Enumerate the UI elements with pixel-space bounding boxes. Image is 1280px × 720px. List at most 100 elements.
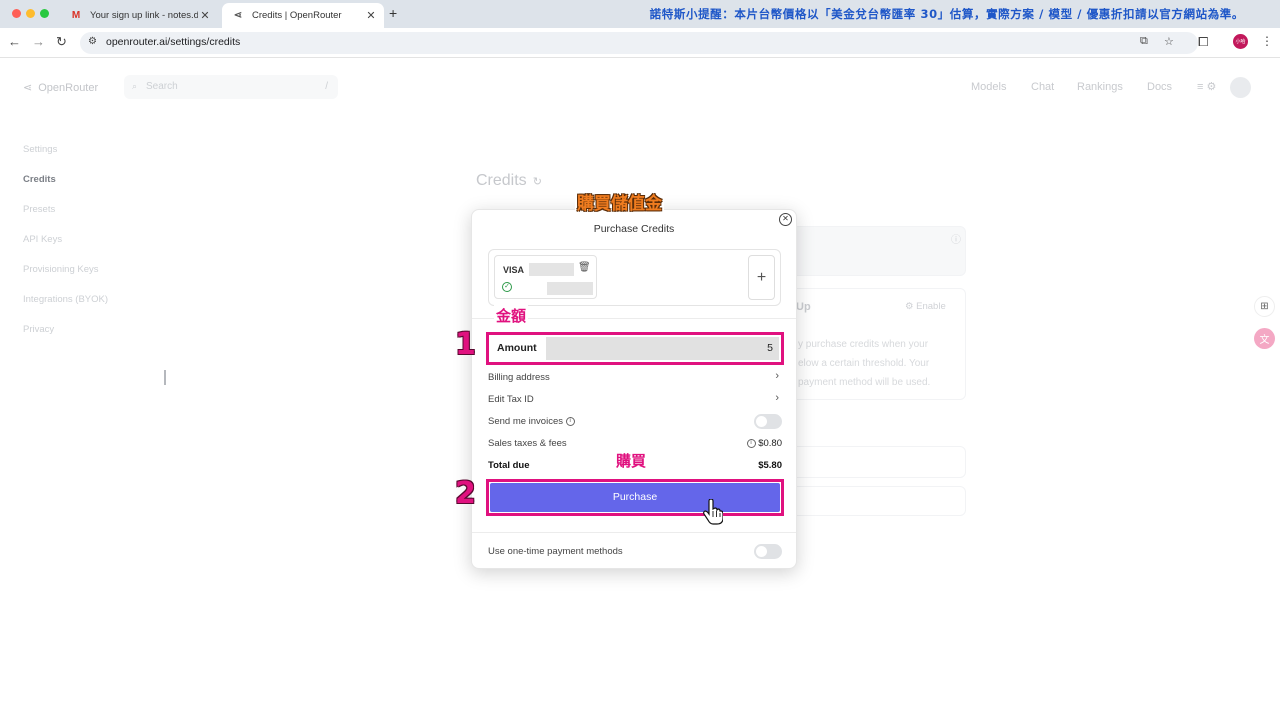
billing-address-label: Billing address [488, 372, 550, 383]
amount-input[interactable]: Amount 5 [491, 337, 779, 360]
tutorial-notice: 諾特斯小提醒：本片台幣價格以「美金兌台幣匯率 30」估算，實際方案 / 模型 /… [649, 7, 1244, 21]
sales-taxes-value: $0.80 [758, 438, 782, 449]
sidebar-item-presets[interactable]: Presets [23, 204, 55, 215]
openrouter-icon: ⋖ [233, 10, 243, 21]
reload-icon[interactable]: ↻ [56, 34, 67, 50]
balance-card: ⓘ [790, 226, 966, 276]
auto-topup-title: Up [796, 301, 811, 313]
install-app-icon[interactable]: ⧉ [1140, 35, 1148, 48]
modal-title: Purchase Credits [593, 223, 675, 235]
sidebar-item-integrations[interactable]: Integrations (BYOK) [23, 294, 108, 305]
back-icon[interactable]: ← [8, 34, 21, 49]
annotation-amount: 金額 [494, 305, 529, 326]
new-tab-button[interactable]: + [389, 5, 397, 21]
send-invoices-label: Send me invoices [488, 416, 563, 427]
trash-icon[interactable]: 🗑 [578, 262, 591, 273]
user-avatar[interactable] [1230, 77, 1251, 98]
screen: M Your sign up link - notes.dem ✕ ⋖ Cred… [0, 0, 1280, 720]
step-1-badge: 1 [455, 327, 476, 362]
close-tab-icon[interactable]: ✕ [364, 9, 378, 22]
info-icon: ⓘ [951, 235, 961, 246]
close-window-button[interactable] [12, 9, 21, 18]
enable-label: Enable [916, 301, 946, 312]
site-logo-text: OpenRouter [38, 81, 99, 94]
site-logo[interactable]: ⋖ OpenRouter [23, 81, 99, 95]
sidebar-item-provisioning-keys[interactable]: Provisioning Keys [23, 264, 99, 275]
site-search-input[interactable]: ⌕ Search / [124, 75, 338, 99]
sidebar-item-privacy[interactable]: Privacy [23, 324, 54, 335]
purchase-button[interactable]: Purchase [490, 483, 780, 512]
floating-translate-icon[interactable]: 文 [1254, 328, 1275, 349]
sidebar-item-credits[interactable]: Credits [23, 174, 56, 185]
total-due-label: Total due [488, 460, 530, 471]
browser-tabstrip: M Your sign up link - notes.dem ✕ ⋖ Cred… [0, 0, 1280, 28]
nav-rankings[interactable]: Rankings [1077, 81, 1123, 93]
send-invoices-toggle[interactable] [754, 414, 782, 429]
site-settings-icon[interactable]: ⚙ [88, 36, 97, 47]
menu-icon[interactable]: ⋮ [1261, 34, 1273, 48]
auto-topup-text-3: payment method will be used. [798, 377, 931, 388]
annotation-purchase: 購買 [614, 450, 649, 471]
redacted-card-expiry [547, 282, 593, 295]
minimize-window-button[interactable] [26, 9, 35, 18]
tab-title: Credits | OpenRouter [252, 10, 342, 21]
browser-toolbar: ← → ↻ ⚙ openrouter.ai/settings/credits ⧉… [0, 28, 1280, 58]
info-icon[interactable]: i [746, 438, 756, 448]
sales-taxes-label: Sales taxes & fees [488, 438, 567, 449]
one-time-payment-label: Use one-time payment methods [488, 546, 623, 557]
info-icon[interactable]: i [565, 416, 575, 426]
enable-button[interactable]: ⚙ Enable [905, 301, 946, 312]
billing-address-row[interactable]: Billing address › [488, 370, 782, 386]
floating-grid-icon[interactable]: ⊞ [1254, 296, 1275, 317]
page-title-text: Credits [476, 172, 527, 189]
chevron-right-icon: › [775, 370, 779, 382]
extensions-icon[interactable]: ⧠ [1198, 34, 1208, 50]
forward-icon[interactable]: → [32, 34, 45, 49]
nav-menu-icon[interactable]: ≡ ⚙ [1197, 80, 1216, 93]
visa-brand: VISA [503, 265, 525, 275]
saved-card[interactable]: VISA 🗑 ✓ [494, 255, 597, 299]
text-cursor [164, 370, 166, 385]
annotation-title: 購買儲值金 [575, 189, 664, 214]
purchase-credits-modal: ✕ Purchase Credits VISA 🗑 ✓ + Amount 5 B… [471, 209, 797, 569]
bg-card-4 [790, 486, 966, 516]
url-text: openrouter.ai/settings/credits [106, 36, 241, 48]
divider [472, 532, 796, 533]
address-bar[interactable]: ⚙ openrouter.ai/settings/credits ⧉ ☆ [80, 32, 1198, 54]
tab-credits[interactable]: ⋖ Credits | OpenRouter ✕ [222, 3, 384, 28]
close-tab-icon[interactable]: ✕ [198, 9, 212, 22]
sidebar-item-settings[interactable]: Settings [23, 144, 57, 155]
amount-label: Amount [491, 337, 546, 360]
payment-methods: VISA 🗑 ✓ + [488, 249, 781, 306]
search-icon: ⌕ [132, 81, 138, 91]
profile-avatar[interactable]: 小哈 [1233, 34, 1248, 49]
total-due-value: $5.80 [758, 460, 782, 471]
gmail-icon: M [71, 10, 81, 21]
one-time-payment-toggle[interactable] [754, 544, 782, 559]
check-circle-icon: ✓ [502, 282, 512, 292]
refresh-icon[interactable]: ↻ [533, 176, 542, 188]
send-invoices-row: Send me invoices i [488, 414, 782, 430]
auto-topup-text-1: y purchase credits when your [798, 339, 929, 350]
add-card-button[interactable]: + [748, 255, 775, 300]
bookmark-star-icon[interactable]: ☆ [1164, 35, 1174, 48]
gear-icon: ⚙ [905, 301, 917, 312]
purchase-highlight: Purchase [486, 479, 784, 516]
openrouter-logo-icon: ⋖ [23, 82, 33, 94]
one-time-payment-row: Use one-time payment methods [488, 544, 782, 560]
search-placeholder: Search [146, 81, 178, 92]
nav-models[interactable]: Models [971, 81, 1006, 93]
auto-topup-card: Up ⚙ Enable y purchase credits when your… [790, 288, 966, 400]
nav-chat[interactable]: Chat [1031, 81, 1054, 93]
bg-card-3 [790, 446, 966, 478]
amount-highlight: Amount 5 [486, 332, 784, 365]
sidebar-item-api-keys[interactable]: API Keys [23, 234, 62, 245]
chevron-right-icon: › [775, 392, 779, 404]
nav-docs[interactable]: Docs [1147, 81, 1172, 93]
page-title: Credits ↻ [476, 172, 542, 190]
maximize-window-button[interactable] [40, 9, 49, 18]
tab-title: Your sign up link - notes.dem [90, 10, 198, 21]
edit-tax-id-row[interactable]: Edit Tax ID › [488, 392, 782, 408]
step-2-badge: 2 [455, 476, 476, 511]
tab-gmail[interactable]: M Your sign up link - notes.dem ✕ [60, 3, 218, 28]
